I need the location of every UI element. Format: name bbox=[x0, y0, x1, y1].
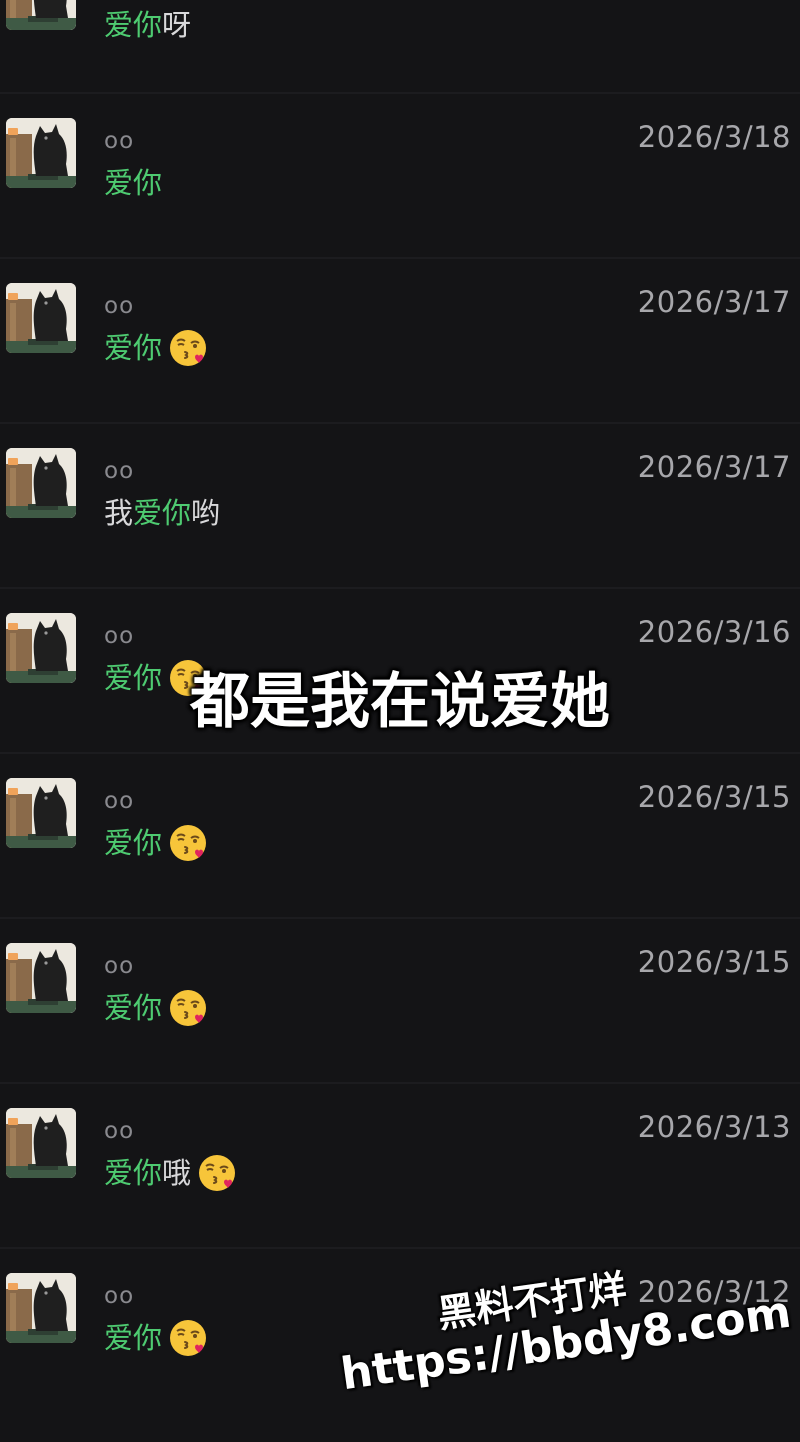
sender-name: oo bbox=[104, 1118, 135, 1144]
sender-name: oo bbox=[104, 128, 135, 154]
message-row[interactable]: oo 2026/3/15 爱你 bbox=[0, 778, 800, 943]
sender-name: oo bbox=[104, 953, 135, 979]
highlighted-keyword: 爱你 bbox=[104, 166, 163, 200]
avatar[interactable] bbox=[6, 118, 76, 188]
message-row[interactable]: oo 2026/3/17 爱你 bbox=[0, 283, 800, 448]
sender-name: oo bbox=[104, 1283, 135, 1309]
kissing-heart-emoji-icon bbox=[168, 988, 208, 1028]
avatar[interactable] bbox=[6, 283, 76, 353]
message-date: 2026/3/17 bbox=[637, 285, 791, 319]
message-text-part: 哟 bbox=[191, 496, 221, 530]
row-divider bbox=[0, 92, 800, 94]
highlighted-keyword: 爱你 bbox=[104, 331, 163, 365]
message-text: 爱你 bbox=[104, 328, 208, 368]
highlighted-keyword: 爱你 bbox=[104, 826, 163, 860]
avatar[interactable] bbox=[6, 0, 76, 30]
sender-name: oo bbox=[104, 458, 135, 484]
highlighted-keyword: 爱你 bbox=[133, 496, 192, 530]
message-date: 2026/3/18 bbox=[637, 120, 791, 154]
message-text: 爱你哦 bbox=[104, 1153, 237, 1193]
highlighted-keyword: 爱你 bbox=[104, 8, 163, 42]
avatar[interactable] bbox=[6, 448, 76, 518]
avatar[interactable] bbox=[6, 1108, 76, 1178]
highlighted-keyword: 爱你 bbox=[104, 1321, 163, 1355]
message-text-part: 呀 bbox=[162, 8, 192, 42]
message-text: 爱你 bbox=[104, 988, 208, 1028]
avatar[interactable] bbox=[6, 943, 76, 1013]
message-row[interactable]: oo 2026/3/15 爱你 bbox=[0, 943, 800, 1108]
kissing-heart-emoji-icon bbox=[168, 328, 208, 368]
message-row[interactable]: oo 2026/3/17 我爱你哟 bbox=[0, 448, 800, 613]
message-text-part: 哦 bbox=[162, 1156, 192, 1190]
message-row[interactable]: 爱你呀 bbox=[0, 0, 800, 50]
highlighted-keyword: 爱你 bbox=[104, 991, 163, 1025]
message-date: 2026/3/17 bbox=[637, 450, 791, 484]
message-text: 爱你呀 bbox=[104, 5, 191, 45]
message-date: 2026/3/16 bbox=[637, 615, 791, 649]
sender-name: oo bbox=[104, 623, 135, 649]
message-date: 2026/3/15 bbox=[637, 945, 791, 979]
video-caption-overlay: 都是我在说爱她 bbox=[190, 667, 610, 737]
message-date: 2026/3/15 bbox=[637, 780, 791, 814]
message-date: 2026/3/13 bbox=[637, 1110, 791, 1144]
avatar[interactable] bbox=[6, 778, 76, 848]
message-text: 爱你 bbox=[104, 823, 208, 863]
highlighted-keyword: 爱你 bbox=[104, 1156, 163, 1190]
sender-name: oo bbox=[104, 788, 135, 814]
message-text: 爱你 bbox=[104, 1318, 208, 1358]
kissing-heart-emoji-icon bbox=[168, 1318, 208, 1358]
kissing-heart-emoji-icon bbox=[168, 823, 208, 863]
kissing-heart-emoji-icon bbox=[197, 1153, 237, 1193]
message-row[interactable]: oo 2026/3/18 爱你 bbox=[0, 118, 800, 283]
message-text-part: 我 bbox=[104, 496, 134, 530]
message-text: 我爱你哟 bbox=[104, 493, 220, 533]
avatar[interactable] bbox=[6, 1273, 76, 1343]
sender-name: oo bbox=[104, 293, 135, 319]
message-text: 爱你 bbox=[104, 163, 162, 203]
